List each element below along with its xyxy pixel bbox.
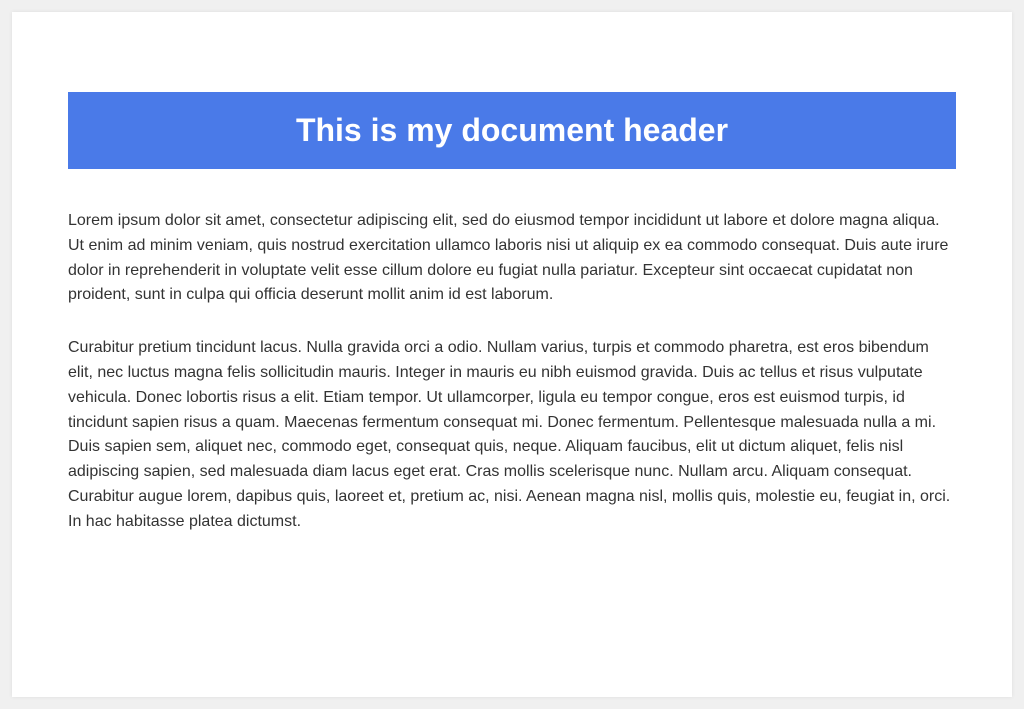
body-paragraph: Lorem ipsum dolor sit amet, consectetur … bbox=[68, 209, 956, 308]
document-header: This is my document header bbox=[68, 92, 956, 169]
body-paragraph: Curabitur pretium tincidunt lacus. Nulla… bbox=[68, 336, 956, 534]
document-page: This is my document header Lorem ipsum d… bbox=[12, 12, 1012, 697]
